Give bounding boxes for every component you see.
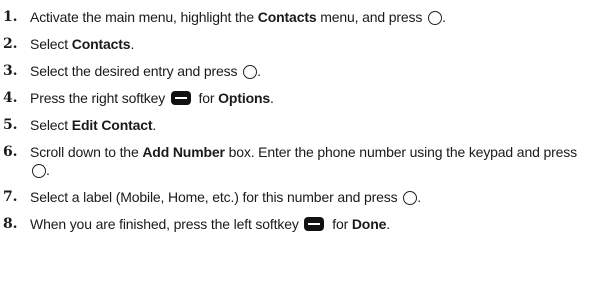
text-run: When you are finished, press the left so… xyxy=(30,215,303,232)
text-run: Activate the main menu, highlight the xyxy=(30,9,258,25)
step-4: 4. Press the right softkey for Options. xyxy=(0,90,591,108)
ok-icon xyxy=(428,11,442,25)
step-number: 6. xyxy=(3,144,18,160)
step-3: 3. Select the desired entry and press . xyxy=(0,63,591,81)
key-term: Contacts xyxy=(71,36,131,52)
ok-icon xyxy=(403,190,418,205)
step-number: 8. xyxy=(3,215,18,232)
step-text: Select Contacts. xyxy=(30,36,134,52)
step-text: Scroll down to the Add Number box. Enter… xyxy=(30,144,577,178)
step-7: 7. Select a label (Mobile, Home, etc.) fo… xyxy=(0,189,591,207)
text-run: . xyxy=(442,9,446,25)
text-run: . xyxy=(46,161,50,178)
step-text: Select the desired entry and press . xyxy=(30,63,261,79)
text-run: Select the desired entry and press xyxy=(30,63,242,79)
ok-icon xyxy=(32,163,46,178)
key-term: Edit Contact xyxy=(71,117,153,133)
step-text: When you are finished, press the left so… xyxy=(30,216,390,232)
step-1: 1. Activate the main menu, highlight the … xyxy=(0,9,591,27)
step-text: Select a label (Mobile, Home, etc.) for … xyxy=(30,189,421,205)
ok-icon xyxy=(243,65,258,79)
key-term: Add Number xyxy=(142,144,225,160)
text-run: . xyxy=(386,215,390,232)
step-6: 6. Scroll down to the Add Number box. Ent… xyxy=(0,144,591,179)
text-run: . xyxy=(130,36,135,52)
step-2: 2. Select Contacts. xyxy=(0,36,591,54)
step-number: 3. xyxy=(3,63,18,79)
text-run: box. Enter the phone number using the ke… xyxy=(224,144,578,160)
step-number: 2. xyxy=(3,36,18,52)
step-number: 5. xyxy=(3,117,18,133)
step-number: 1. xyxy=(3,9,18,25)
text-run: . xyxy=(152,117,157,133)
step-text: Press the right softkey for Options. xyxy=(30,90,274,106)
step-text: Select Edit Contact. xyxy=(30,117,156,133)
softkey-icon xyxy=(304,216,325,231)
key-term: Done xyxy=(351,215,387,232)
text-run: for xyxy=(194,90,219,106)
instruction-steps: 1. Activate the main menu, highlight the … xyxy=(0,9,591,243)
text-run: . xyxy=(417,188,421,205)
softkey-icon xyxy=(170,91,191,105)
step-number: 4. xyxy=(3,90,18,106)
text-run: for xyxy=(328,215,352,232)
step-5: 5. Select Edit Contact. xyxy=(0,117,591,135)
step-text: Activate the main menu, highlight the Co… xyxy=(30,9,446,25)
text-run: Select xyxy=(30,36,72,52)
text-run: Scroll down to the xyxy=(30,144,143,160)
text-run: . xyxy=(270,90,274,106)
text-run: Press the right softkey xyxy=(30,90,169,106)
text-run: Select a label (Mobile, Home, etc.) for … xyxy=(30,188,402,205)
text-run: . xyxy=(257,63,261,79)
step-8: 8. When you are finished, press the left … xyxy=(0,216,591,234)
key-term: Contacts xyxy=(257,9,317,25)
text-run: menu, and press xyxy=(316,9,426,25)
key-term: Options xyxy=(218,90,271,106)
text-run: Select xyxy=(30,117,72,133)
step-number: 7. xyxy=(3,188,18,205)
